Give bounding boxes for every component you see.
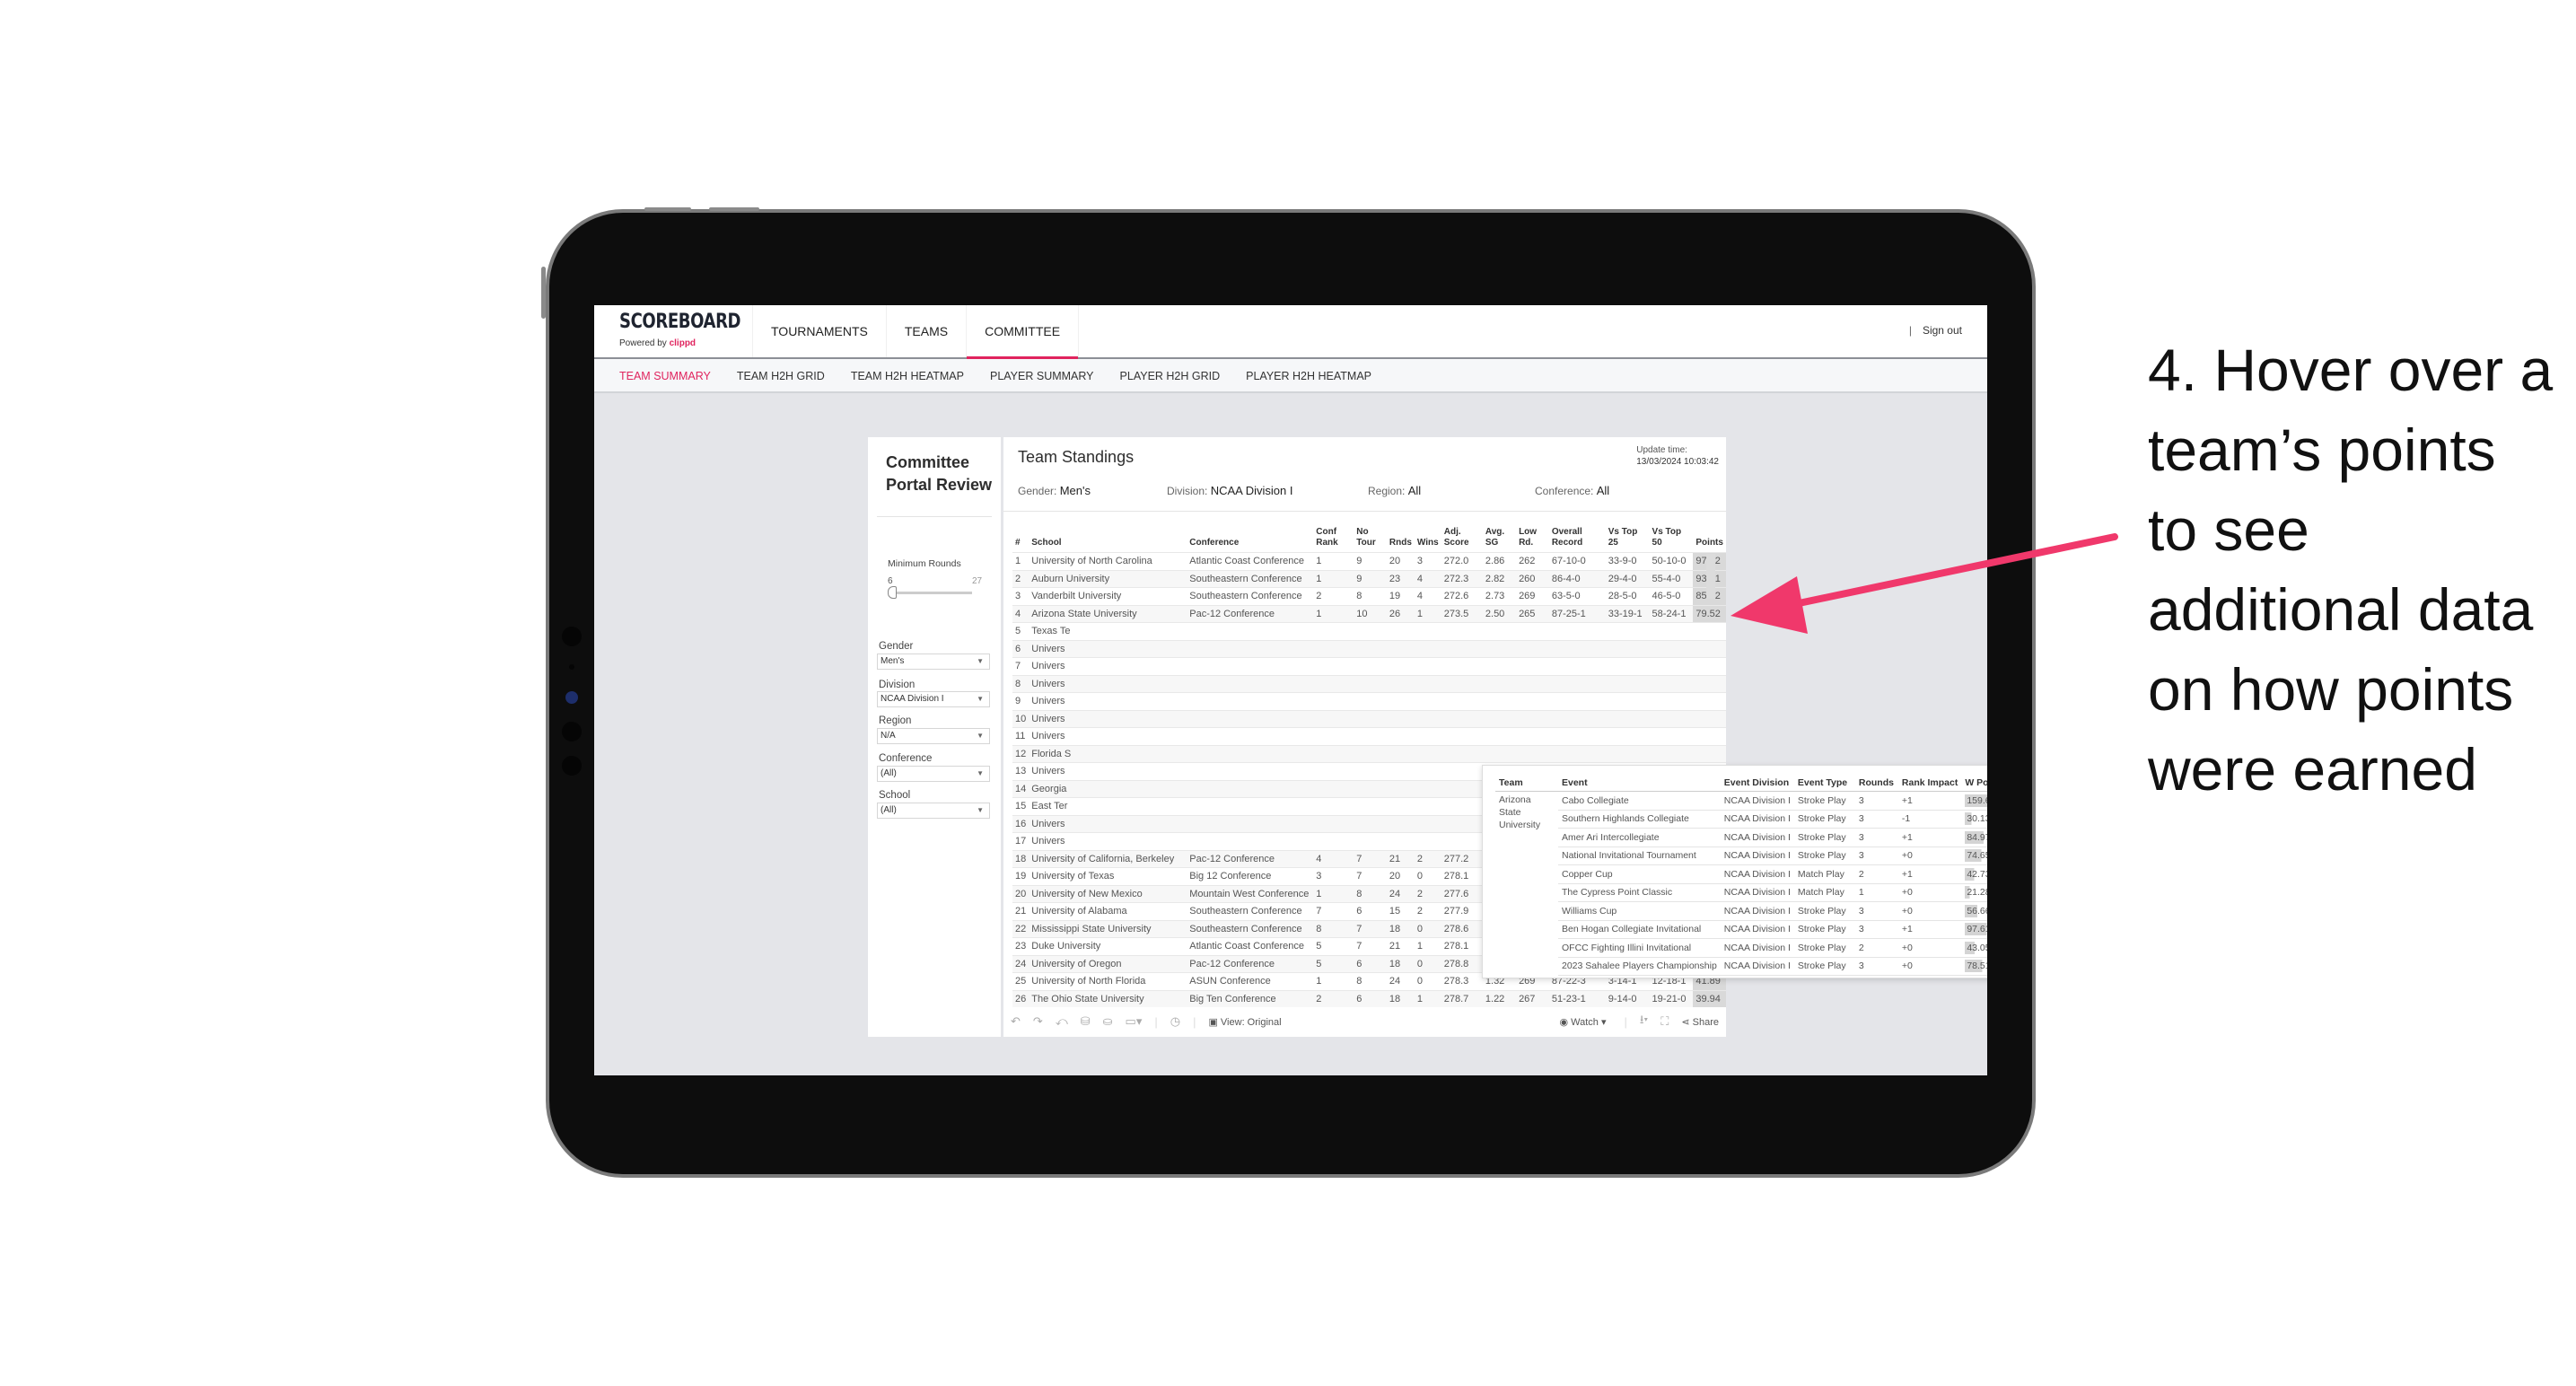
arrow-head <box>1730 576 1808 634</box>
instruction-text: 4. Hover over a team’s points to see add… <box>2148 330 2553 810</box>
instruction-line: 4. Hover over a <box>2148 337 2554 403</box>
instruction-line: team’s points <box>2148 417 2496 483</box>
instruction-line: additional data <box>2148 576 2534 643</box>
instruction-line: to see <box>2148 496 2309 563</box>
instruction-line: on how points <box>2148 656 2514 723</box>
instruction-line: were earned <box>2148 736 2477 803</box>
arrow-shaft <box>1783 533 2118 610</box>
